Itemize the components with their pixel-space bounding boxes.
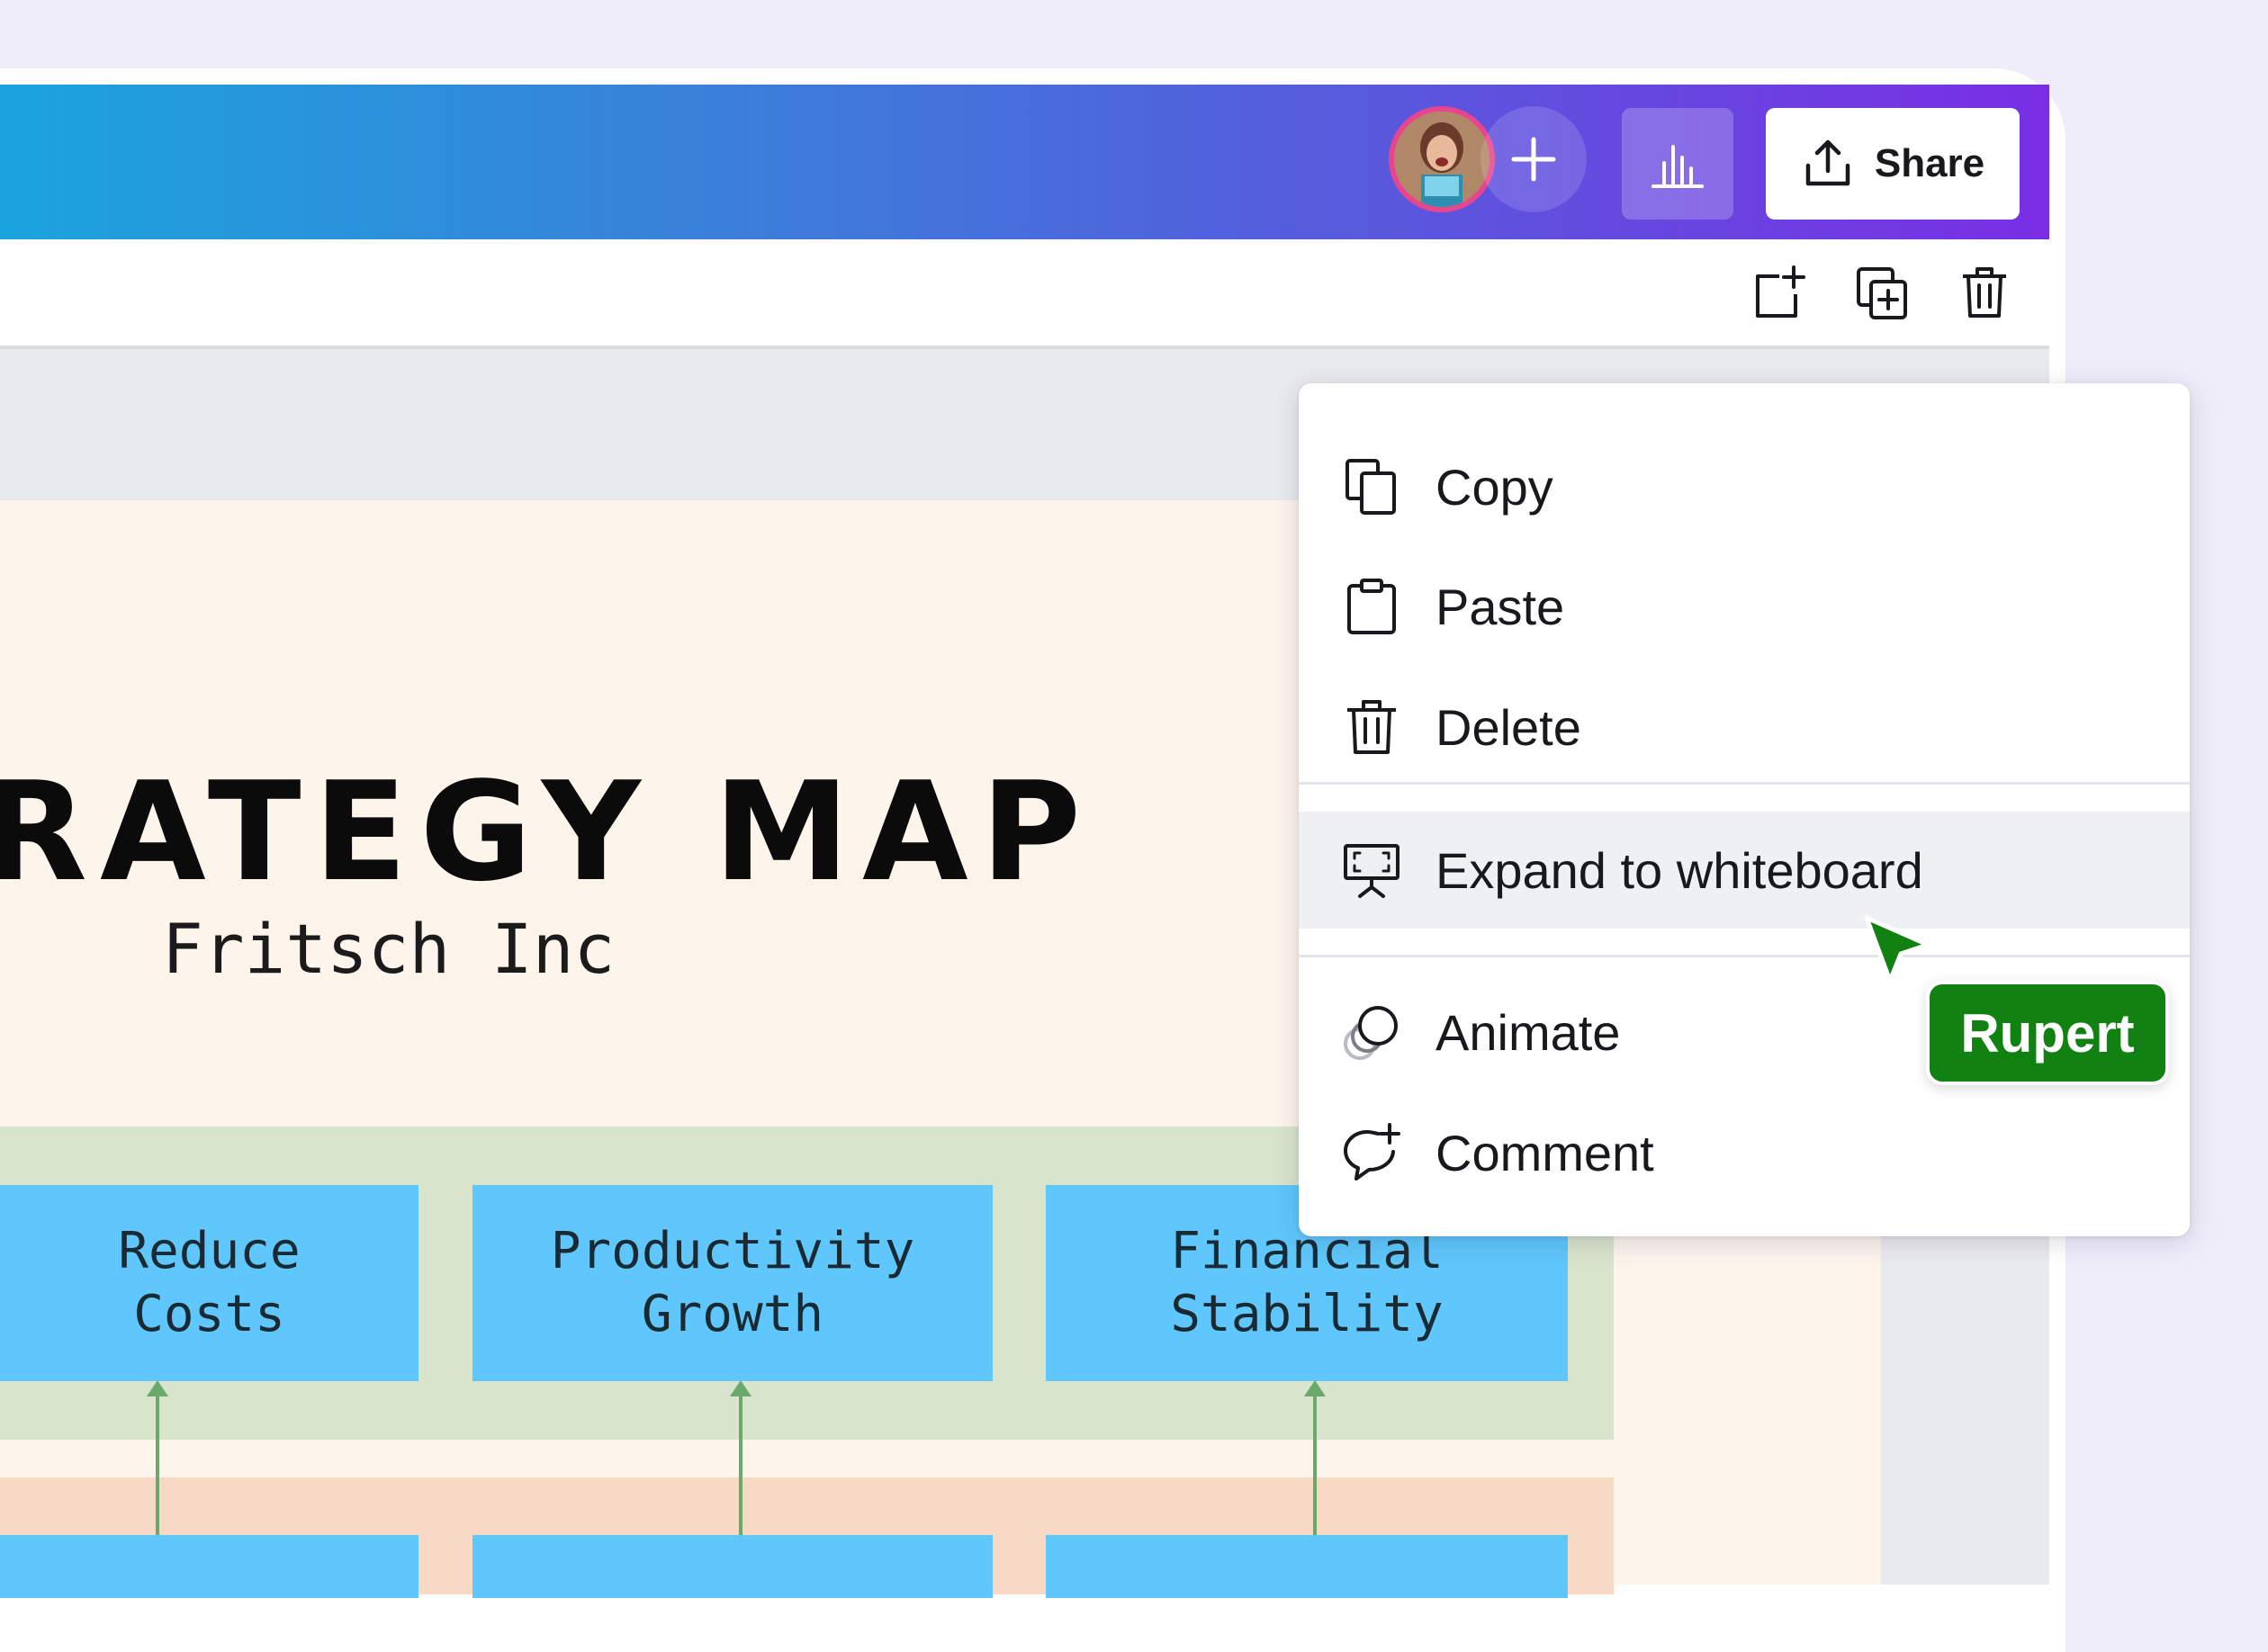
delete-page-button[interactable] [1953,261,2016,324]
context-menu: Copy Paste Delete Expand to whiteboard A… [1299,383,2190,1236]
clipboard-icon [1347,579,1396,634]
objective-label: Reduce Costs [118,1222,301,1343]
menu-item-label: Expand to whiteboard [1436,841,1923,899]
menu-item-paste[interactable]: Paste [1299,548,2190,665]
trash-icon [1963,267,2006,318]
editor-header [0,85,2049,239]
share-button[interactable]: Share [1766,108,2020,220]
collaborator-cursor-icon [1864,915,1930,983]
driver-box[interactable] [1046,1535,1568,1598]
menu-item-delete[interactable]: Delete [1299,669,2190,786]
avatar-photo [1394,112,1490,207]
menu-separator [1299,782,2190,785]
objective-label: Productivity Growth [550,1222,915,1343]
bar-chart-icon [1652,145,1704,188]
add-page-icon [1756,265,1805,318]
comment-add-icon [1344,1123,1400,1181]
objective-box[interactable]: Reduce Costs [0,1185,418,1381]
upload-icon [1805,139,1850,186]
collaborator-name-tag: Rupert [1926,981,2169,1085]
menu-item-expand-to-whiteboard[interactable]: Expand to whiteboard [1299,812,2190,929]
copy-icon [1346,459,1396,515]
duplicate-page-button[interactable] [1850,261,1913,324]
menu-item-copy[interactable]: Copy [1299,428,2190,545]
driver-box[interactable] [472,1535,993,1598]
design-title[interactable]: RATEGY MAP [0,752,1152,911]
connector-arrow [1304,1380,1326,1537]
design-subtitle[interactable]: Fritsch Inc [162,909,615,989]
whiteboard-icon [1344,844,1400,898]
add-page-button[interactable] [1748,261,1811,324]
menu-item-label: Paste [1436,578,1565,635]
menu-item-label: Comment [1436,1124,1654,1181]
menu-item-label: Copy [1436,458,1553,516]
animate-icon [1344,1006,1398,1060]
connector-arrow [730,1380,752,1537]
menu-item-label: Animate [1436,1003,1621,1061]
trash-icon [1347,700,1396,754]
duplicate-page-icon [1857,267,1907,319]
menu-item-comment[interactable]: Comment [1299,1094,2190,1211]
add-collaborator-button[interactable] [1480,106,1587,212]
avatar[interactable] [1389,106,1495,212]
plus-icon [1511,137,1556,182]
share-label: Share [1874,141,1985,185]
analytics-button[interactable] [1622,108,1733,220]
connector-arrow [147,1380,168,1537]
menu-separator [1299,955,2190,957]
objective-box[interactable]: Productivity Growth [472,1185,993,1381]
driver-box[interactable] [0,1535,418,1598]
objective-label: Financial Stability [1170,1222,1444,1343]
menu-item-label: Delete [1436,698,1581,756]
